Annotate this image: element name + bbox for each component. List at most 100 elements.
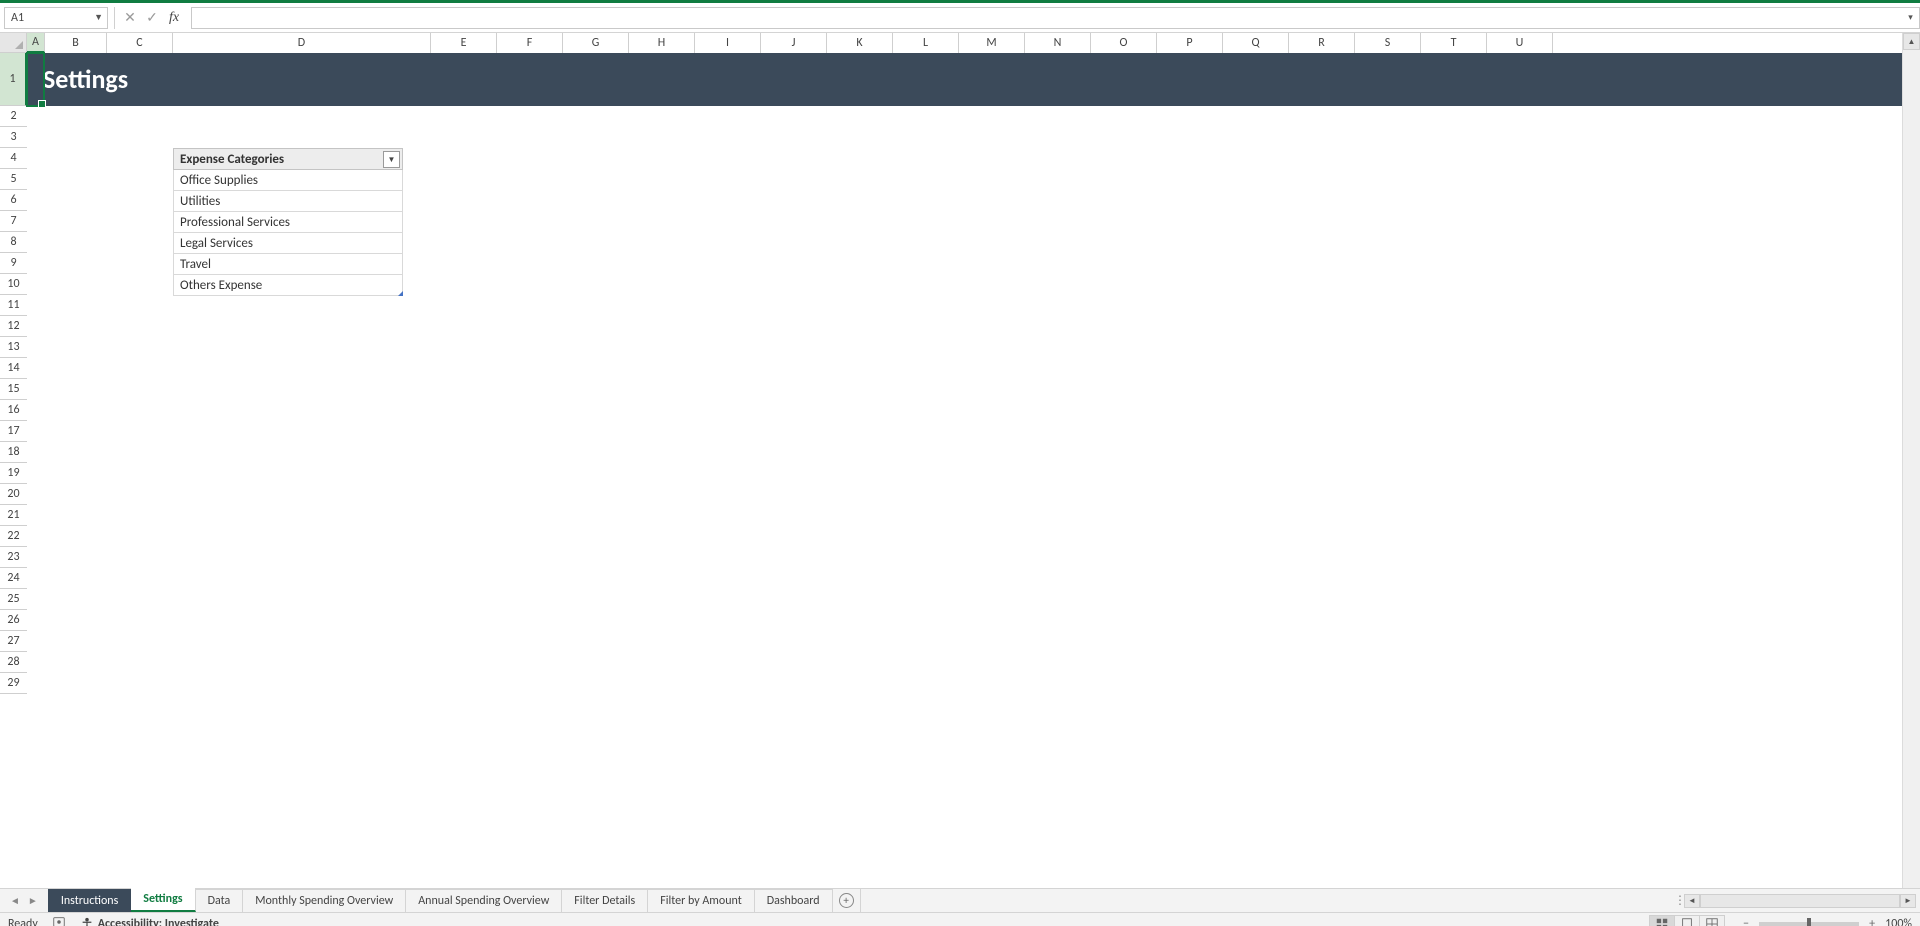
sheet-tab[interactable]: Dashboard [755, 889, 833, 912]
row-header[interactable]: 23 [0, 547, 27, 568]
column-header[interactable]: N [1025, 33, 1091, 53]
scroll-up-button[interactable]: ▲ [1903, 33, 1920, 50]
name-box-value: A1 [11, 11, 24, 25]
sheet-tab[interactable]: Instructions [48, 889, 131, 912]
accessibility-icon [80, 917, 94, 926]
table-row[interactable]: Utilities [173, 191, 403, 212]
column-header[interactable]: L [893, 33, 959, 53]
table-row[interactable]: Others Expense [173, 275, 403, 296]
row-header[interactable]: 13 [0, 337, 27, 358]
column-header[interactable]: S [1355, 33, 1421, 53]
cell-mode-label: Ready [8, 917, 38, 926]
sheet-tab[interactable]: Monthly Spending Overview [243, 889, 406, 912]
column-header[interactable]: E [431, 33, 497, 53]
sheet-tab[interactable]: Filter Details [562, 889, 648, 912]
column-header[interactable]: D [173, 33, 431, 53]
table-row[interactable]: Travel [173, 254, 403, 275]
column-header[interactable]: F [497, 33, 563, 53]
row-header[interactable]: 25 [0, 589, 27, 610]
zoom-slider[interactable] [1759, 922, 1859, 926]
select-all-corner[interactable] [0, 33, 27, 53]
spreadsheet-grid[interactable]: ABCDEFGHIJKLMNOPQRSTU 123456789101112131… [0, 33, 1920, 888]
row-header[interactable]: 18 [0, 442, 27, 463]
column-header[interactable]: M [959, 33, 1025, 53]
row-header[interactable]: 9 [0, 253, 27, 274]
formula-bar: A1 ▼ ✕ ✓ fx ▾ [0, 3, 1920, 33]
row-header[interactable]: 21 [0, 505, 27, 526]
row-header[interactable]: 3 [0, 127, 27, 148]
row-header[interactable]: 10 [0, 274, 27, 295]
row-header[interactable]: 11 [0, 295, 27, 316]
row-header[interactable]: 19 [0, 463, 27, 484]
accessibility-status[interactable]: Accessibility: Investigate [80, 917, 219, 926]
expense-categories-header[interactable]: Expense Categories ▼ [173, 148, 403, 170]
macro-record-icon[interactable] [52, 915, 66, 926]
filter-dropdown-button[interactable]: ▼ [383, 151, 400, 168]
normal-view-button[interactable] [1649, 915, 1675, 926]
column-header[interactable]: J [761, 33, 827, 53]
row-header[interactable]: 28 [0, 652, 27, 673]
zoom-thumb[interactable] [1807, 918, 1811, 926]
table-row[interactable]: Legal Services [173, 233, 403, 254]
column-header[interactable]: A [27, 33, 45, 53]
row-header[interactable]: 20 [0, 484, 27, 505]
formula-cancel-button[interactable]: ✕ [119, 7, 141, 29]
row-header[interactable]: 27 [0, 631, 27, 652]
row-header[interactable]: 2 [0, 106, 27, 127]
formula-expand-button[interactable]: ▾ [1902, 7, 1920, 29]
page-layout-view-button[interactable] [1674, 915, 1700, 926]
row-header[interactable]: 4 [0, 148, 27, 169]
zoom-out-button[interactable]: − [1739, 917, 1753, 926]
table-row[interactable]: Office Supplies [173, 170, 403, 191]
formula-input[interactable] [191, 7, 1902, 29]
sheet-next-button[interactable]: ► [28, 894, 38, 907]
column-header[interactable]: I [695, 33, 761, 53]
scroll-right-button[interactable]: ► [1900, 894, 1916, 908]
row-header[interactable]: 29 [0, 673, 27, 694]
chevron-down-icon[interactable]: ▼ [94, 12, 103, 23]
row-header[interactable]: 14 [0, 358, 27, 379]
page-break-view-button[interactable] [1699, 915, 1725, 926]
column-header[interactable]: G [563, 33, 629, 53]
column-header[interactable]: Q [1223, 33, 1289, 53]
row-header[interactable]: 5 [0, 169, 27, 190]
horizontal-scrollbar[interactable]: ◄ ► [1680, 889, 1920, 912]
add-sheet-button[interactable]: + [833, 889, 861, 912]
row-header[interactable]: 7 [0, 211, 27, 232]
name-box[interactable]: A1 ▼ [4, 7, 108, 29]
row-header[interactable]: 16 [0, 400, 27, 421]
column-header[interactable]: B [45, 33, 107, 53]
column-header[interactable]: C [107, 33, 173, 53]
column-header[interactable]: K [827, 33, 893, 53]
row-header[interactable]: 1 [0, 53, 27, 106]
sheet-tab[interactable]: Annual Spending Overview [406, 889, 562, 912]
row-header[interactable]: 15 [0, 379, 27, 400]
sheet-prev-button[interactable]: ◄ [10, 894, 20, 907]
zoom-control: − + 100% [1739, 917, 1912, 926]
row-header[interactable]: 6 [0, 190, 27, 211]
zoom-in-button[interactable]: + [1865, 917, 1879, 926]
row-header[interactable]: 12 [0, 316, 27, 337]
view-switcher [1650, 915, 1725, 926]
column-header[interactable]: U [1487, 33, 1553, 53]
sheet-tab[interactable]: Data [196, 889, 244, 912]
insert-function-button[interactable]: fx [163, 7, 185, 29]
column-header[interactable]: O [1091, 33, 1157, 53]
table-row[interactable]: Professional Services [173, 212, 403, 233]
zoom-level[interactable]: 100% [1885, 917, 1912, 926]
column-header[interactable]: H [629, 33, 695, 53]
sheet-tab-strip: ◄ ► InstructionsSettingsDataMonthly Spen… [0, 888, 1920, 912]
scroll-track[interactable] [1700, 894, 1900, 908]
column-header[interactable]: P [1157, 33, 1223, 53]
row-header[interactable]: 17 [0, 421, 27, 442]
row-header[interactable]: 8 [0, 232, 27, 253]
sheet-tab[interactable]: Filter by Amount [648, 889, 755, 912]
column-header[interactable]: T [1421, 33, 1487, 53]
row-header[interactable]: 24 [0, 568, 27, 589]
row-header[interactable]: 22 [0, 526, 27, 547]
scroll-left-button[interactable]: ◄ [1684, 894, 1700, 908]
sheet-tab[interactable]: Settings [131, 887, 195, 912]
formula-enter-button[interactable]: ✓ [141, 7, 163, 29]
column-header[interactable]: R [1289, 33, 1355, 53]
row-header[interactable]: 26 [0, 610, 27, 631]
